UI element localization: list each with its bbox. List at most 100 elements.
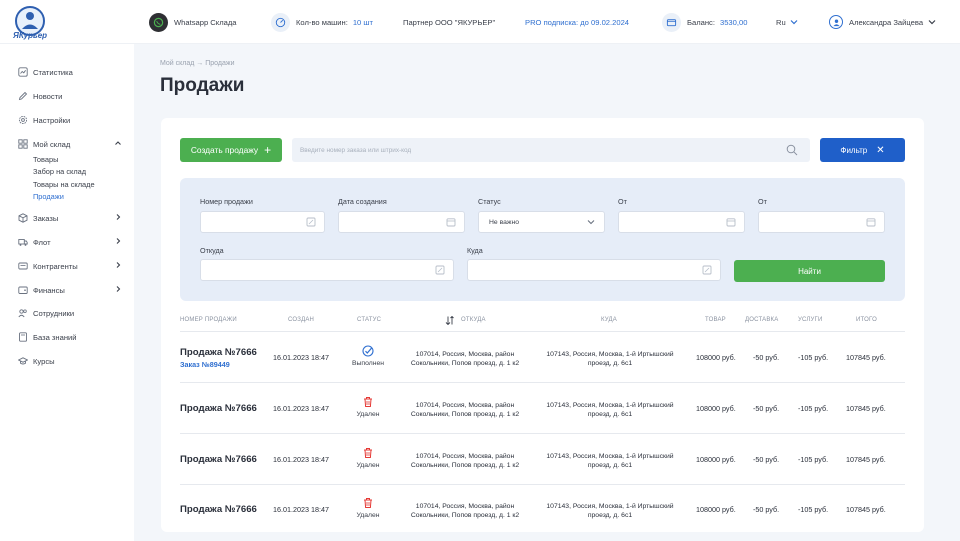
sidebar-item-my-warehouse[interactable]: Мой склад [18,139,122,149]
to-address: 107143, Россия, Москва, 1-й Иртышский пр… [546,503,674,519]
row-divider [180,433,905,434]
sidebar-item-label: Мой склад [33,139,71,149]
status-label: Статус [478,197,501,206]
sidebar-item-settings[interactable]: Настройки [18,115,122,125]
search-input[interactable] [292,138,762,162]
total-value: 107845 руб. [846,505,886,514]
chevron-right-icon [116,262,121,268]
status-cell: Удален [348,447,388,469]
gear-icon [18,115,28,125]
whatsapp-label: Whatsapp Склада [174,17,237,27]
sidebar-item-label: Контрагенты [33,261,78,271]
whatsapp-icon [149,12,168,32]
wallet-icon [662,12,681,32]
status-cell: Выполнен [348,345,388,367]
delivery-value: -50 руб. [753,404,780,413]
column-header-to[interactable]: КУДА [601,317,617,323]
goods-value: 108000 руб. [696,404,736,413]
sidebar-item-orders[interactable]: Заказы [18,213,122,223]
status-cell: Удален [348,497,388,519]
check-circle-icon [362,345,374,357]
sale-date: 16.01.2023 18:47 [273,353,329,362]
sidebar-item-fleet[interactable]: Флот [18,237,122,247]
to-address: 107143, Россия, Москва, 1-й Иртышский пр… [546,351,674,367]
cars-value: 10 шт [352,17,373,27]
sidebar-sub-sales[interactable]: Продажи [33,192,64,201]
pro-subscription[interactable]: PRO подписка: до 09.02.2024 [525,0,629,44]
filter-button[interactable]: Фильтр ✕ [820,138,905,162]
create-sale-button[interactable]: Создать продажу + [180,138,282,162]
car-icon [271,12,290,32]
created-date-label: Дата создания [338,197,387,206]
column-header-delivery[interactable]: ДОСТАВКА [745,317,778,323]
column-header-total[interactable]: ИТОГО [856,317,877,323]
find-button[interactable]: Найти [734,260,885,282]
sale-name[interactable]: Продажа №7666 [180,403,257,414]
user-menu[interactable]: Александра Зайцева [829,0,936,44]
sidebar-sub-goods[interactable]: Товары [33,155,58,164]
sale-number-field[interactable] [200,211,325,233]
sidebar-item-finance[interactable]: Финансы [18,285,122,295]
delivery-value: -50 руб. [753,353,780,362]
status-select-value: Не важно [489,218,519,226]
column-header-created[interactable]: СОЗДАН [288,317,314,323]
status-text: Выполнен [352,360,384,367]
whatsapp-link[interactable]: Whatsapp Склада [149,0,237,44]
chevron-down-icon [928,20,936,25]
sidebar-item-knowledge-base[interactable]: База знаний [18,332,122,342]
order-link[interactable]: Заказ №89449 [180,360,230,369]
contractor-icon [18,262,28,270]
sale-name[interactable]: Продажа №7666 [180,504,257,515]
sale-name[interactable]: Продажа №7666 [180,454,257,465]
graduation-icon [18,357,28,365]
services-value: -105 руб. [798,404,829,413]
from-address: 107014, Россия, Москва, район Сокольники… [410,503,520,519]
sidebar-sub-pickup[interactable]: Забор на склад [33,167,86,176]
balance[interactable]: Баланс: 3530,00 [662,0,747,44]
column-header-status[interactable]: СТАТУС [357,317,381,323]
chevron-down-icon [790,20,798,25]
sidebar-item-label: База знаний [33,332,77,342]
from-date-field-2[interactable] [758,211,885,233]
status-text: Удален [356,462,380,469]
avatar-icon [829,15,843,29]
created-date-field[interactable] [338,211,465,233]
sort-icon[interactable] [445,316,455,325]
sidebar-item-statistics[interactable]: Статистика [18,67,122,77]
from-address: 107014, Россия, Москва, район Сокольники… [410,351,520,367]
user-name: Александра Зайцева [849,17,924,27]
total-value: 107845 руб. [846,353,886,362]
total-value: 107845 руб. [846,455,886,464]
from-label-1: От [618,197,627,206]
where-to-field[interactable] [467,259,721,281]
where-from-field[interactable] [200,259,454,281]
page-title: Продажи [160,75,245,96]
column-header-goods[interactable]: ТОВАР [705,317,726,323]
sidebar-item-employees[interactable]: Сотрудники [18,308,122,318]
balance-label: Баланс: [687,17,715,27]
search-box [292,138,810,162]
status-select[interactable]: Не важно [478,211,605,233]
column-header-number[interactable]: НОМЕР ПРОДАЖИ [180,317,237,323]
sale-date: 16.01.2023 18:47 [273,404,329,413]
language-select[interactable]: Ru [776,0,798,44]
sidebar-item-news[interactable]: Новости [18,91,122,101]
edit-icon [435,265,445,275]
from-date-field-1[interactable] [618,211,745,233]
sidebar-item-contractors[interactable]: Контрагенты [18,261,122,271]
trash-icon [364,498,372,508]
search-icon[interactable] [786,144,798,156]
sale-name[interactable]: Продажа №7666 [180,347,257,358]
sidebar-sub-stock[interactable]: Товары на складе [33,180,95,189]
column-header-from[interactable]: ОТКУДА [461,317,486,323]
grid-icon [18,139,28,149]
sidebar-item-label: Финансы [33,285,65,295]
balance-value: 3530,00 [719,17,748,27]
truck-icon [18,239,28,246]
breadcrumb[interactable]: Мой склад → Продажи [160,60,234,67]
sidebar-item-courses[interactable]: Курсы [18,356,122,366]
status-text: Удален [356,411,380,418]
column-header-services[interactable]: УСЛУГИ [798,317,822,323]
sale-number-label: Номер продажи [200,197,253,206]
from-address: 107014, Россия, Москва, район Сокольники… [410,402,520,418]
